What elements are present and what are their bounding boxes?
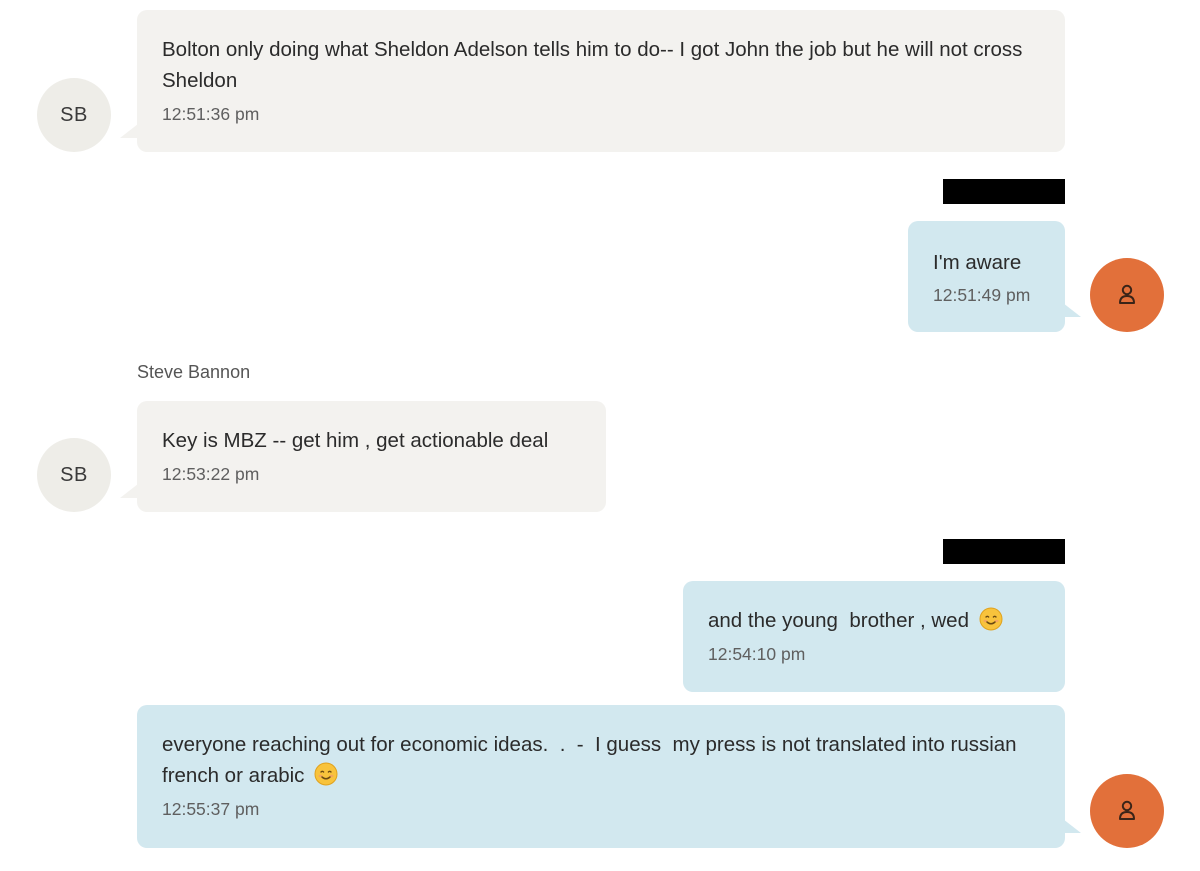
redaction-bar [943, 539, 1065, 564]
message-bubble-incoming[interactable]: Key is MBZ -- get him , get actionable d… [137, 401, 606, 512]
sender-avatar[interactable]: SB [37, 78, 111, 152]
bubble-tail [1063, 819, 1081, 833]
bubble-tail [120, 124, 138, 138]
message-text: Bolton only doing what Sheldon Adelson t… [162, 38, 1029, 92]
sender-initials: SB [60, 103, 88, 126]
message-text: and the young brother , wed [708, 605, 1040, 636]
message-timestamp: 12:54:10 pm [708, 644, 806, 664]
redaction-bar [943, 179, 1065, 204]
sender-name-label: Steve Bannon [137, 362, 251, 382]
person-icon [1119, 284, 1135, 304]
message-text: I'm aware [933, 251, 1022, 274]
message-timestamp: 12:55:37 pm [162, 799, 260, 819]
smiling-face-emoji [979, 607, 1003, 631]
message-text: everyone reaching out for economic ideas… [162, 729, 1040, 791]
smiling-face-emoji [314, 762, 338, 786]
message-bubble-outgoing[interactable]: and the young brother , wed 12:54:10 pm [683, 581, 1065, 692]
bubble-tail [1063, 303, 1081, 317]
user-avatar[interactable] [1090, 774, 1164, 848]
message-text-content: and the young brother , wed [708, 609, 969, 632]
user-avatar[interactable] [1090, 258, 1164, 332]
message-bubble-outgoing[interactable]: I'm aware 12:51:49 pm [908, 221, 1065, 332]
person-icon [1119, 800, 1135, 820]
bubble-tail [120, 484, 138, 498]
message-timestamp: 12:53:22 pm [162, 464, 260, 484]
message-bubble-incoming[interactable]: Bolton only doing what Sheldon Adelson t… [137, 10, 1065, 152]
message-bubble-outgoing[interactable]: everyone reaching out for economic ideas… [137, 705, 1065, 848]
message-timestamp: 12:51:49 pm [933, 285, 1031, 305]
message-text-content: everyone reaching out for economic ideas… [162, 733, 1023, 787]
sender-avatar[interactable]: SB [37, 438, 111, 512]
sender-initials: SB [60, 463, 88, 486]
chat-thread: Bolton only doing what Sheldon Adelson t… [0, 0, 1200, 871]
message-text: Key is MBZ -- get him , get actionable d… [162, 429, 549, 452]
message-timestamp: 12:51:36 pm [162, 104, 260, 124]
